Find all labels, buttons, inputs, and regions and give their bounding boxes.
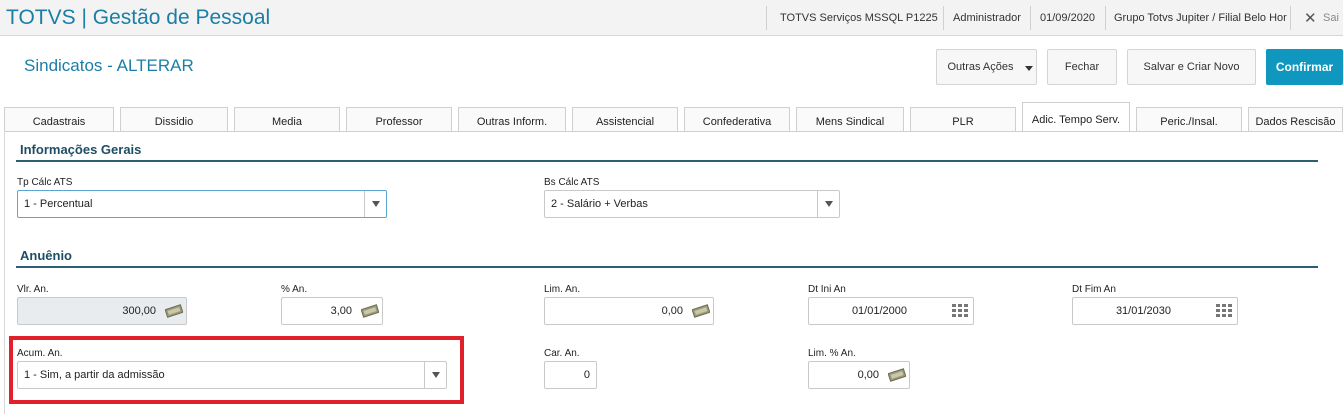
top-separator bbox=[1030, 6, 1031, 30]
highlight-box bbox=[9, 336, 464, 404]
money-icon[interactable] bbox=[689, 298, 713, 324]
company-label: Grupo Totvs Jupiter / Filial Belo Hor bbox=[1114, 12, 1287, 24]
tab-outras-inform[interactable]: Outras Inform. bbox=[458, 107, 566, 131]
tab-peric-insal[interactable]: Peric./Insal. bbox=[1136, 107, 1242, 131]
top-separator bbox=[1290, 6, 1291, 30]
lim-pct-an-label: Lim. % An. bbox=[808, 348, 856, 359]
lim-pct-an-field[interactable]: 0,00 bbox=[808, 361, 910, 389]
tab-mens-sindical[interactable]: Mens Sindical bbox=[796, 107, 904, 131]
money-icon[interactable] bbox=[358, 298, 382, 324]
bs-calc-value: 2 - Salário + Verbas bbox=[551, 198, 648, 210]
dt-ini-an-label: Dt Ini An bbox=[808, 284, 846, 295]
dropdown-arrow-icon[interactable] bbox=[364, 191, 386, 217]
dt-fim-an-label: Dt Fim An bbox=[1072, 284, 1116, 295]
date-label: 01/09/2020 bbox=[1040, 12, 1096, 24]
section-divider bbox=[16, 266, 1318, 268]
exit-label[interactable]: Sai bbox=[1323, 12, 1339, 24]
tab-dados-rescisao[interactable]: Dados Rescisão bbox=[1248, 107, 1343, 131]
confirm-button[interactable]: Confirmar bbox=[1266, 49, 1343, 85]
section-title-general: Informações Gerais bbox=[20, 142, 142, 157]
car-an-label: Car. An. bbox=[544, 348, 580, 359]
tp-calc-value: 1 - Percentual bbox=[24, 198, 93, 210]
section-divider bbox=[16, 160, 1318, 162]
app-title: TOTVS | Gestão de Pessoal bbox=[6, 6, 271, 29]
top-separator bbox=[943, 6, 944, 30]
pct-an-label: % An. bbox=[281, 284, 308, 295]
car-an-value: 0 bbox=[583, 369, 590, 381]
other-actions-button[interactable]: Outras Ações bbox=[936, 49, 1037, 85]
tab-confederativa[interactable]: Confederativa bbox=[684, 107, 790, 131]
tab-assistencial[interactable]: Assistencial bbox=[572, 107, 678, 131]
bs-calc-select[interactable]: 2 - Salário + Verbas bbox=[544, 190, 840, 218]
calendar-icon[interactable] bbox=[1211, 298, 1237, 324]
pct-an-field[interactable]: 3,00 bbox=[281, 297, 383, 325]
pct-an-value: 3,00 bbox=[330, 305, 352, 317]
lim-an-value: 0,00 bbox=[661, 305, 683, 317]
dt-fim-an-field[interactable]: 31/01/2030 bbox=[1072, 297, 1238, 325]
top-separator bbox=[766, 6, 767, 30]
environment-label: TOTVS Serviços MSSQL P1225 bbox=[780, 12, 938, 24]
vlr-an-label: Vlr. An. bbox=[17, 284, 49, 295]
section-title-anuenio: Anuênio bbox=[20, 248, 72, 263]
top-separator bbox=[1105, 6, 1106, 30]
money-icon[interactable] bbox=[162, 298, 186, 324]
save-and-new-button[interactable]: Salvar e Criar Novo bbox=[1127, 49, 1256, 85]
car-an-field[interactable]: 0 bbox=[544, 361, 597, 389]
tab-professor[interactable]: Professor bbox=[346, 107, 452, 131]
dt-fim-an-value: 31/01/2030 bbox=[1115, 305, 1171, 317]
tab-dissidio[interactable]: Dissidio bbox=[120, 107, 228, 131]
lim-an-field[interactable]: 0,00 bbox=[544, 297, 714, 325]
bs-calc-label: Bs Cálc ATS bbox=[544, 177, 600, 188]
tab-media[interactable]: Media bbox=[234, 107, 340, 131]
tab-cadastrais[interactable]: Cadastrais bbox=[4, 107, 114, 131]
lim-an-label: Lim. An. bbox=[544, 284, 581, 295]
dropdown-arrow-icon[interactable] bbox=[817, 191, 839, 217]
close-button[interactable]: Fechar bbox=[1047, 49, 1117, 85]
dt-ini-an-value: 01/01/2000 bbox=[851, 305, 907, 317]
other-actions-label: Outras Ações bbox=[947, 61, 1014, 73]
lim-pct-an-value: 0,00 bbox=[857, 369, 879, 381]
dt-ini-an-field[interactable]: 01/01/2000 bbox=[808, 297, 974, 325]
tab-plr[interactable]: PLR bbox=[910, 107, 1016, 131]
user-label: Administrador bbox=[953, 12, 1021, 24]
vlr-an-field: 300,00 bbox=[17, 297, 187, 325]
tab-adic-tempo-serv[interactable]: Adic. Tempo Serv. bbox=[1022, 102, 1130, 132]
money-icon[interactable] bbox=[885, 362, 909, 388]
tp-calc-select[interactable]: 1 - Percentual bbox=[17, 190, 387, 218]
close-icon[interactable]: ✕ bbox=[1304, 9, 1317, 27]
chevron-down-icon bbox=[1025, 66, 1033, 71]
page-title: Sindicatos - ALTERAR bbox=[24, 56, 194, 75]
tp-calc-label: Tp Cálc ATS bbox=[17, 177, 73, 188]
calendar-icon[interactable] bbox=[947, 298, 973, 324]
vlr-an-value: 300,00 bbox=[122, 305, 156, 317]
